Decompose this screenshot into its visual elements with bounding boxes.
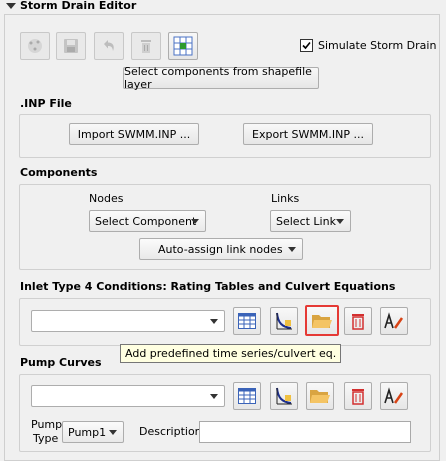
rename-icon [384, 312, 404, 329]
links-select-value: Select Link [276, 214, 336, 228]
pump-type-select[interactable]: Pump1 [62, 421, 124, 443]
chevron-down-icon [336, 219, 344, 224]
panel-header[interactable]: Storm Drain Editor [0, 0, 446, 14]
add-node-icon [28, 39, 42, 53]
folder-open-icon [310, 390, 330, 403]
chevron-down-icon [210, 319, 218, 324]
curve-add-icon [276, 312, 292, 330]
schematic-layers-button[interactable] [168, 32, 198, 60]
chevron-down-icon [191, 219, 199, 224]
inlet-rename-button[interactable] [380, 307, 408, 335]
inlet-rating-table-select[interactable] [31, 310, 225, 332]
delete-component-button[interactable] [131, 32, 161, 60]
description-label: Description [139, 425, 202, 438]
chevron-down-icon [288, 247, 296, 252]
pump-curve-select[interactable] [31, 385, 225, 407]
pump-type-label-line2: Type [33, 432, 59, 445]
chevron-down-icon [109, 430, 117, 435]
undo-button[interactable] [94, 32, 124, 60]
check-icon [302, 41, 311, 50]
save-icon [64, 39, 78, 53]
panel-title: Storm Drain Editor [20, 0, 137, 12]
pump-rename-button[interactable] [380, 382, 408, 410]
pump-delete-button[interactable] [344, 382, 372, 410]
pump-type-value: Pump1 [68, 425, 107, 439]
select-components-shapefile-button[interactable]: Select components from shapefile layer [123, 65, 319, 91]
links-label: Links [271, 192, 300, 205]
pump-add-predefined-button[interactable] [306, 382, 334, 410]
rename-icon [384, 387, 404, 404]
description-input[interactable] [199, 421, 411, 443]
nodes-label: Nodes [89, 192, 124, 205]
inlet-tooltip: Add predefined time series/culvert eq. [120, 344, 342, 363]
undo-icon [104, 40, 114, 51]
components-section-title: Components [20, 166, 98, 179]
inp-section-title: .INP File [20, 97, 72, 110]
inlet-section-title: Inlet Type 4 Conditions: Rating Tables a… [20, 280, 396, 293]
inlet-delete-button[interactable] [344, 307, 372, 335]
trash-icon [141, 40, 151, 53]
nodes-select-value: Select Component [95, 214, 197, 228]
pump-add-curve-button[interactable] [270, 382, 298, 410]
trash-icon [352, 389, 364, 405]
inlet-table-editor-button[interactable] [233, 307, 261, 335]
auto-assign-link-nodes-select[interactable]: Auto-assign link nodes [139, 238, 303, 260]
nodes-component-select[interactable]: Select Component [89, 210, 206, 232]
simulate-storm-drain-checkbox[interactable] [300, 39, 313, 52]
add-component-button[interactable] [20, 32, 50, 60]
table-icon [238, 388, 256, 404]
chevron-down-icon [210, 394, 218, 399]
auto-assign-value: Auto-assign link nodes [158, 242, 283, 256]
folder-open-icon [312, 314, 332, 328]
links-select[interactable]: Select Link [270, 210, 351, 232]
inlet-add-predefined-button[interactable] [305, 305, 339, 336]
collapse-arrow-icon[interactable] [6, 3, 16, 9]
inlet-add-curve-button[interactable] [270, 307, 298, 335]
curve-add-icon [276, 387, 292, 405]
import-swmm-inp-button[interactable]: Import SWMM.INP ... [69, 123, 199, 145]
pump-type-label-line1: Pump [31, 418, 63, 431]
trash-icon [352, 314, 364, 330]
pump-table-editor-button[interactable] [233, 382, 261, 410]
save-button[interactable] [56, 32, 86, 60]
export-swmm-inp-button[interactable]: Export SWMM.INP ... [243, 123, 373, 145]
grid-layer-icon [173, 36, 193, 56]
pump-section-title: Pump Curves [20, 356, 102, 369]
table-icon [238, 313, 256, 329]
simulate-storm-drain-label: Simulate Storm Drain [318, 39, 437, 52]
